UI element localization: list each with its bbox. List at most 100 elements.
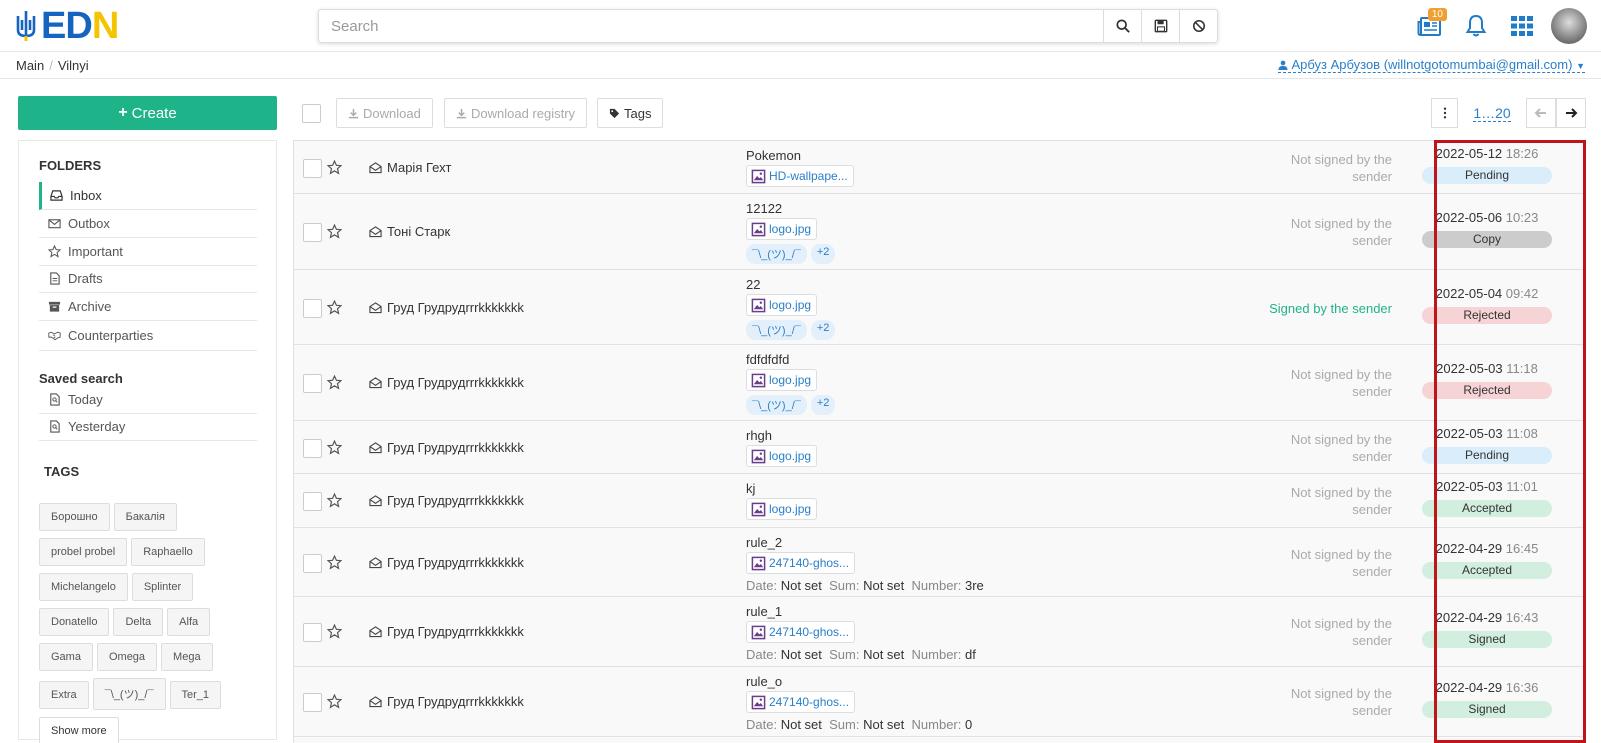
star-icon[interactable]: [327, 493, 342, 508]
attachment-chip[interactable]: logo.jpg: [746, 369, 818, 391]
sender-name[interactable]: Марія Гехт: [387, 160, 451, 175]
tag[interactable]: Delta: [113, 608, 164, 636]
more-options-button[interactable]: [1431, 98, 1458, 128]
page-range[interactable]: 1…20: [1458, 98, 1526, 128]
search-button[interactable]: [1103, 10, 1141, 42]
tag[interactable]: probel probel: [39, 538, 128, 566]
star-icon[interactable]: [327, 375, 342, 390]
row-checkbox[interactable]: [303, 553, 322, 573]
row-checkbox[interactable]: [303, 223, 322, 242]
star-icon[interactable]: [327, 554, 342, 570]
user-menu[interactable]: Арбуз Арбузов (willnotgotomumbai@gmail.c…: [1277, 57, 1585, 73]
star-icon[interactable]: [327, 694, 342, 709]
notifications-button[interactable]: [1453, 8, 1499, 44]
row-checkbox[interactable]: [303, 438, 322, 458]
row-tag[interactable]: ¯\_(ツ)_/¯: [746, 320, 807, 340]
document-subject[interactable]: 12122: [746, 201, 782, 216]
star-icon[interactable]: [327, 624, 342, 639]
tag[interactable]: Omega: [96, 643, 158, 671]
tag[interactable]: Alfa: [167, 608, 211, 636]
tags-button[interactable]: Tags: [597, 98, 664, 128]
sender-name[interactable]: Груд Грудрудrrrkkkkkkk: [387, 555, 524, 570]
sender-name[interactable]: Груд Грудрудrrrkkkkkkk: [387, 493, 524, 508]
document-subject[interactable]: rule_1: [746, 604, 782, 619]
avatar[interactable]: [1551, 8, 1587, 44]
news-button[interactable]: 10: [1407, 8, 1453, 44]
document-subject[interactable]: Pokemon: [746, 148, 801, 163]
row-checkbox[interactable]: [303, 298, 322, 318]
tag[interactable]: Борошно: [39, 503, 110, 531]
tag[interactable]: ¯\_(ツ)_/¯: [92, 678, 166, 710]
attachment-chip[interactable]: logo.jpg: [746, 294, 818, 316]
apps-button[interactable]: [1499, 8, 1545, 44]
row-checkbox[interactable]: [303, 693, 322, 712]
row-checkbox[interactable]: [303, 492, 322, 511]
sidebar-item-counterparties[interactable]: Counterparties: [39, 321, 257, 351]
row-checkbox[interactable]: [303, 158, 322, 178]
document-subject[interactable]: kj: [746, 481, 755, 496]
prev-page-button[interactable]: [1526, 98, 1556, 128]
star-icon[interactable]: [327, 439, 342, 455]
sidebar-item-archive[interactable]: Archive: [39, 293, 257, 321]
sender-name[interactable]: Тоні Старк: [387, 224, 450, 239]
attachment-chip[interactable]: 247140-ghos...: [746, 621, 856, 643]
table-row[interactable]: Груд Грудрудrrrkkkkkkk kj logo.jpg Not sign…: [294, 474, 1585, 528]
document-subject[interactable]: rule_o: [746, 674, 782, 689]
document-subject[interactable]: rhgh: [746, 428, 772, 443]
attachment-chip[interactable]: 247140-ghos...: [746, 552, 856, 574]
table-row[interactable]: Груд Грудрудrrrkkkkkkk rule_o 247140-ghos.…: [294, 667, 1585, 737]
attachment-chip[interactable]: 247140-ghos...: [746, 691, 856, 713]
download-button[interactable]: Download: [336, 98, 433, 128]
table-row[interactable]: Груд Грудрудrrrkkkkkkk rule_1 247140-ghos.…: [294, 597, 1585, 667]
tag[interactable]: Splinter: [131, 573, 194, 601]
table-row[interactable]: Груд Грудрудrrrkkkkkkk fdfdfdfd logo.jpg ¯\…: [294, 345, 1585, 421]
next-page-button[interactable]: [1556, 98, 1586, 128]
more-tags-badge[interactable]: +2: [810, 320, 836, 340]
document-subject[interactable]: rule_2: [746, 535, 782, 550]
table-row[interactable]: Груд Грудрудrrrkkkkkkk 22 logo.jpg ¯\_(ツ)_/…: [294, 270, 1585, 345]
attachment-chip[interactable]: logo.jpg: [746, 445, 818, 467]
sender-name[interactable]: Груд Грудрудrrrkkkkkkk: [387, 694, 524, 709]
more-tags-badge[interactable]: +2: [810, 244, 836, 264]
save-search-button[interactable]: [1141, 10, 1179, 42]
tag[interactable]: Mega: [161, 643, 213, 671]
sidebar-item-outbox[interactable]: Outbox: [39, 210, 257, 238]
tag[interactable]: Gama: [39, 643, 93, 671]
star-icon[interactable]: [327, 224, 342, 239]
tag[interactable]: Michelangelo: [39, 573, 128, 601]
row-checkbox[interactable]: [303, 374, 322, 393]
select-all-checkbox[interactable]: [302, 104, 321, 123]
sender-name[interactable]: Груд Грудрудrrrkkkkkkk: [387, 300, 524, 315]
row-checkbox[interactable]: [303, 623, 322, 642]
row-tag[interactable]: ¯\_(ツ)_/¯: [746, 395, 807, 415]
attachment-chip[interactable]: HD-wallpape...: [746, 165, 854, 187]
sender-name[interactable]: Груд Грудрудrrrkkkkkkk: [387, 624, 524, 639]
tag[interactable]: Raphaello: [131, 538, 205, 566]
star-icon[interactable]: [327, 299, 342, 315]
sidebar-item-inbox[interactable]: Inbox: [39, 182, 257, 210]
create-button[interactable]: + Create: [18, 96, 277, 130]
row-tag[interactable]: ¯\_(ツ)_/¯: [746, 244, 807, 264]
tag[interactable]: Extra: [39, 681, 89, 709]
attachment-chip[interactable]: logo.jpg: [746, 218, 818, 240]
tag[interactable]: Donatello: [39, 608, 110, 636]
show-more-tags-button[interactable]: Show more: [39, 717, 119, 743]
document-subject[interactable]: 22: [746, 277, 760, 292]
sender-name[interactable]: Груд Грудрудrrrkkkkkkk: [387, 440, 524, 455]
table-row[interactable]: Груд Грудрудrrrkkkkkkk rule_2 247140-ghos.…: [294, 528, 1585, 597]
sidebar-item-important[interactable]: Important: [39, 238, 257, 266]
search-input[interactable]: [319, 10, 1103, 42]
table-row[interactable]: Груд Грудрудrrrkkkkkkk rhgh logo.jpg Not si…: [294, 421, 1585, 474]
clear-search-button[interactable]: [1179, 10, 1217, 42]
sender-name[interactable]: Груд Грудрудrrrkkkkkkk: [387, 375, 524, 390]
saved-search-today[interactable]: Today: [39, 386, 257, 414]
attachment-chip[interactable]: logo.jpg: [746, 498, 818, 520]
table-row[interactable]: Тоні Старк 12122 logo.jpg ¯\_(ツ)_/¯ +2 Not si…: [294, 194, 1585, 270]
edin-logo[interactable]: EDN: [14, 7, 119, 45]
tag[interactable]: Бакалія: [113, 503, 177, 531]
sidebar-item-drafts[interactable]: Drafts: [39, 265, 257, 293]
saved-search-yesterday[interactable]: Yesterday: [39, 413, 257, 441]
download-registry-button[interactable]: Download registry: [444, 98, 588, 128]
document-subject[interactable]: fdfdfdfd: [746, 352, 789, 367]
tag[interactable]: Ter_1: [169, 681, 222, 709]
